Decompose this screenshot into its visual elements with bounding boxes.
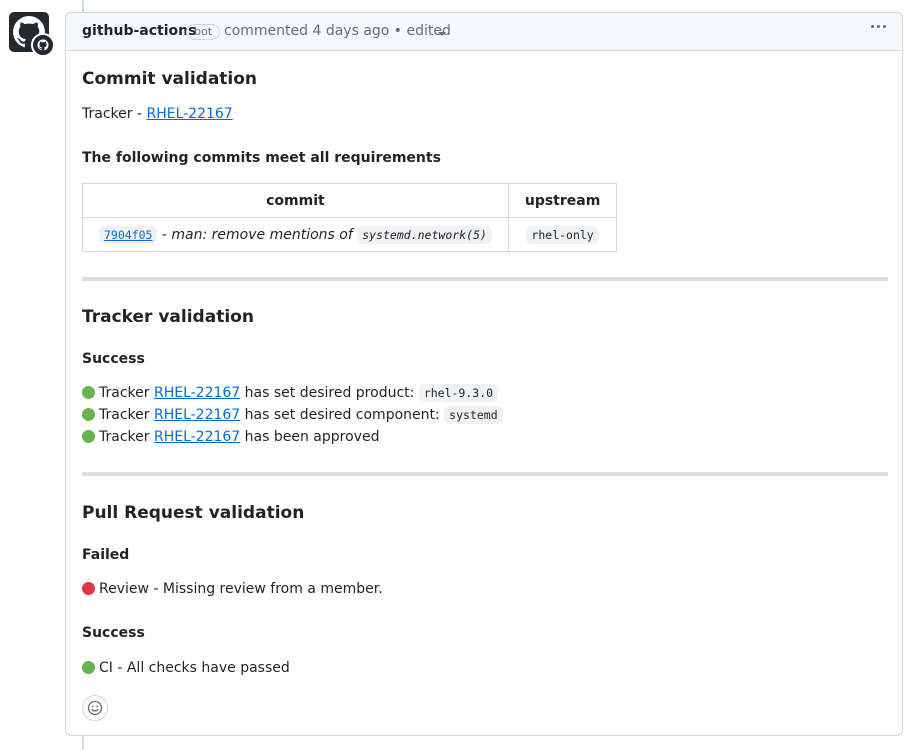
comment-header: github-actions bot commented 4 days ago … bbox=[66, 13, 902, 51]
item-text: has set desired component: bbox=[240, 407, 445, 423]
commits-table: commit upstream 7904f05 - man: remove me… bbox=[82, 183, 618, 252]
list-item: Tracker RHEL-22167 has been approved bbox=[82, 429, 379, 445]
comment-meta[interactable]: commented 4 days ago • edited bbox=[224, 23, 451, 39]
commit-message: man: remove mentions of bbox=[171, 226, 358, 243]
section-divider bbox=[82, 472, 888, 476]
failure-status-icon bbox=[82, 582, 95, 595]
table-row: 7904f05 - man: remove mentions of system… bbox=[82, 217, 618, 252]
add-reaction-button[interactable] bbox=[82, 695, 108, 721]
table-header-row: commit upstream bbox=[82, 183, 618, 218]
commit-message-code: systemd.network(5) bbox=[357, 225, 492, 244]
list-item: Tracker RHEL-22167 has set desired compo… bbox=[82, 406, 503, 424]
bot-badge: bot bbox=[186, 24, 221, 40]
tracker-link[interactable]: RHEL-22167 bbox=[154, 385, 240, 401]
product-code: rhel-9.3.0 bbox=[418, 384, 499, 402]
item-prefix: Tracker bbox=[99, 429, 154, 445]
commit-separator: - bbox=[157, 226, 172, 243]
tracker-prefix: Tracker - bbox=[82, 106, 147, 122]
smiley-icon bbox=[87, 700, 103, 716]
section-divider bbox=[82, 277, 888, 281]
success-status-icon bbox=[82, 661, 95, 674]
avatar[interactable] bbox=[9, 12, 55, 57]
item-text: has set desired product: bbox=[240, 385, 419, 401]
column-header-upstream: upstream bbox=[507, 183, 618, 218]
item-text: has been approved bbox=[240, 429, 380, 445]
tracker-link[interactable]: RHEL-22167 bbox=[146, 106, 232, 122]
pr-success-subheading: Success bbox=[82, 625, 145, 641]
tracker-link[interactable]: RHEL-22167 bbox=[154, 407, 240, 423]
author-name[interactable]: github-actions bbox=[82, 23, 196, 39]
success-status-icon bbox=[82, 408, 95, 421]
commit-tracker-line: Tracker - RHEL-22167 bbox=[82, 106, 233, 122]
column-header-commit: commit bbox=[82, 183, 509, 218]
commit-cell: 7904f05 - man: remove mentions of system… bbox=[82, 217, 509, 252]
tracker-link[interactable]: RHEL-22167 bbox=[154, 429, 240, 445]
success-status-icon bbox=[82, 386, 95, 399]
github-mark-icon bbox=[37, 39, 49, 51]
tracker-success-subheading: Success bbox=[82, 351, 145, 367]
chevron-down-icon[interactable] bbox=[438, 32, 446, 36]
list-item: Review - Missing review from a member. bbox=[82, 581, 383, 597]
component-code: systemd bbox=[444, 406, 503, 424]
commits-subheading: The following commits meet all requireme… bbox=[82, 150, 441, 166]
pr-validation-heading: Pull Request validation bbox=[82, 503, 305, 523]
github-app-badge bbox=[31, 33, 55, 57]
kebab-icon[interactable] bbox=[871, 25, 886, 28]
tracker-validation-heading: Tracker validation bbox=[82, 307, 254, 327]
item-prefix: Tracker bbox=[99, 385, 154, 401]
commit-validation-heading: Commit validation bbox=[82, 69, 258, 89]
success-status-icon bbox=[82, 430, 95, 443]
item-prefix: Tracker bbox=[99, 407, 154, 423]
success-item-text: CI - All checks have passed bbox=[99, 660, 290, 676]
comment-box: github-actions bot commented 4 days ago … bbox=[65, 12, 903, 736]
upstream-cell: rhel-only bbox=[507, 217, 618, 252]
commit-hash-link[interactable]: 7904f05 bbox=[99, 225, 158, 244]
list-item: Tracker RHEL-22167 has set desired produ… bbox=[82, 384, 499, 402]
failed-item-text: Review - Missing review from a member. bbox=[99, 581, 383, 597]
upstream-value: rhel-only bbox=[526, 225, 599, 244]
pr-failed-subheading: Failed bbox=[82, 547, 130, 563]
list-item: CI - All checks have passed bbox=[82, 660, 290, 676]
